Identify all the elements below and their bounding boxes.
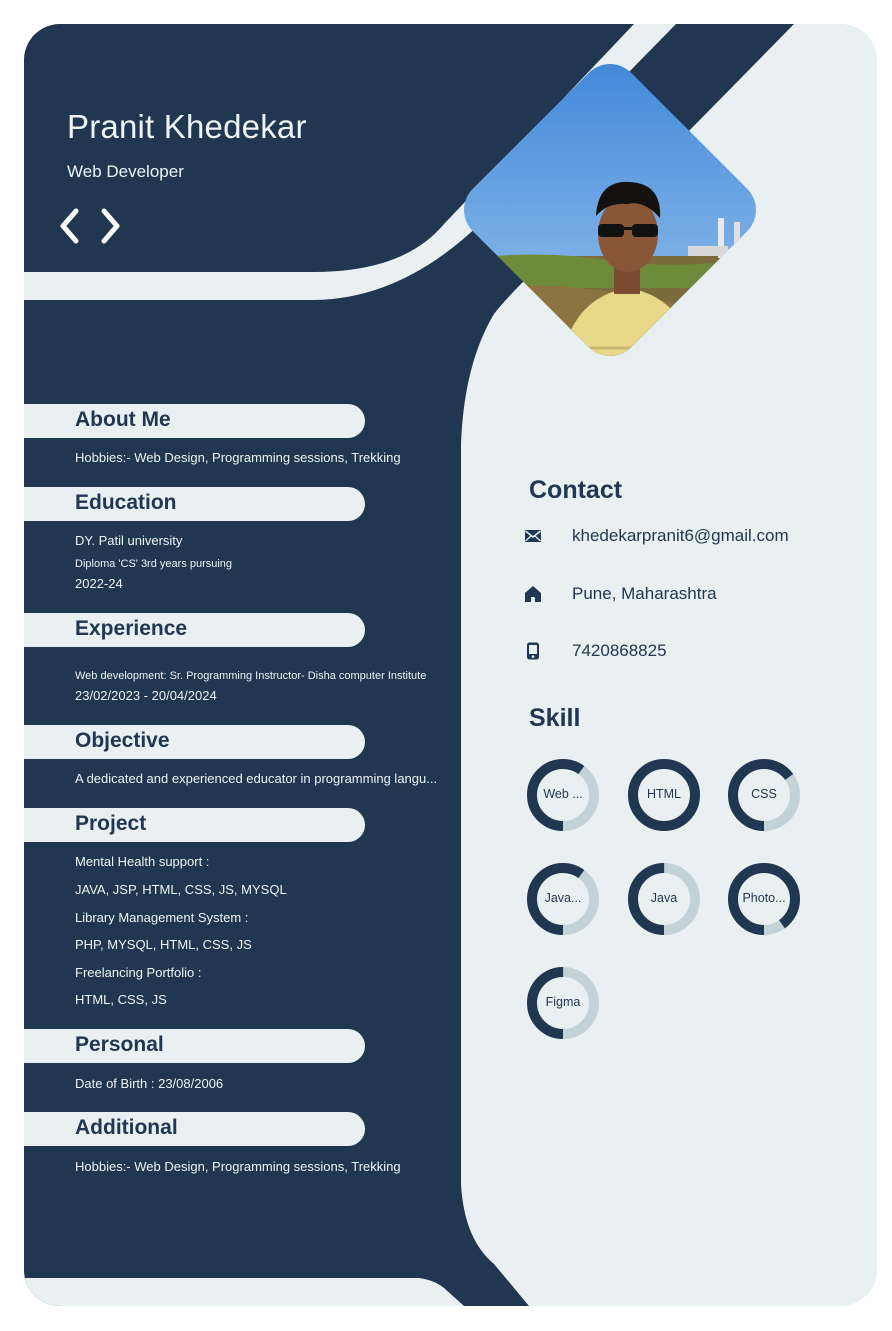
section-project-line: Freelancing Portfolio :	[75, 965, 202, 980]
section-education-header: Education	[24, 487, 365, 521]
section-education-line: 2022-24	[75, 576, 123, 591]
section-additional-heading: Additional	[75, 1116, 178, 1139]
section-experience-line: Web development: Sr. Programming Instruc…	[75, 670, 427, 682]
section-project-line: JAVA, JSP, HTML, CSS, JS, MYSQL	[75, 882, 287, 897]
skill-ring: Java	[626, 861, 702, 937]
section-experience-heading: Experience	[75, 617, 188, 640]
skill-label: Web ...	[543, 787, 583, 801]
skill-heading: Skill	[529, 704, 581, 732]
section-additional-header: Additional	[24, 1112, 365, 1146]
section-project-heading: Project	[75, 812, 147, 835]
section-education-line: Diploma 'CS' 3rd years pursuing	[75, 558, 233, 570]
section-project-header: Project	[24, 808, 365, 842]
section-experience-line: 23/02/2023 - 20/04/2024	[75, 688, 217, 703]
skill-ring: HTML	[626, 757, 702, 833]
section-personal-header: Personal	[24, 1029, 365, 1063]
phone-icon	[527, 642, 539, 660]
section-about-line: Hobbies:- Web Design, Programming sessio…	[75, 450, 401, 465]
section-about-heading: About Me	[75, 408, 171, 431]
resume-card: Pranit Khedekar Web Developer About Me H…	[24, 24, 877, 1306]
job-title: Web Developer	[67, 162, 184, 181]
person-name: Pranit Khedekar	[67, 108, 307, 145]
section-about-header: About Me	[24, 404, 365, 438]
home-icon	[525, 586, 541, 602]
section-education-line: DY. Patil university	[75, 533, 183, 548]
section-project-line: Mental Health support :	[75, 854, 210, 869]
skill-ring: Web ...	[525, 757, 601, 833]
section-additional-line: Hobbies:- Web Design, Programming sessio…	[75, 1159, 401, 1174]
skill-label: Photo...	[742, 891, 786, 905]
skill-ring: CSS	[726, 757, 802, 833]
contact-address: Pune, Maharashtra	[572, 584, 717, 603]
section-project-line: PHP, MYSQL, HTML, CSS, JS	[75, 937, 252, 952]
contact-phone[interactable]: 7420868825	[572, 641, 667, 661]
skill-label: Java	[650, 891, 678, 905]
section-project-line: HTML, CSS, JS	[75, 992, 167, 1007]
skill-ring: Java...	[525, 861, 601, 937]
section-personal-heading: Personal	[75, 1033, 164, 1056]
mail-icon	[525, 530, 541, 542]
section-education-heading: Education	[75, 491, 177, 514]
skill-label: Java...	[544, 891, 582, 905]
section-objective-header: Objective	[24, 725, 365, 759]
skill-ring: Photo...	[726, 861, 802, 937]
skill-label: HTML	[646, 787, 682, 801]
skill-ring: Figma	[525, 965, 601, 1041]
section-objective-line: A dedicated and experienced educator in …	[75, 771, 438, 786]
section-personal-line: Date of Birth : 23/08/2006	[75, 1076, 224, 1091]
section-objective-heading: Objective	[75, 729, 170, 752]
contact-email[interactable]: khedekarpranit6@gmail.com	[572, 526, 789, 546]
skill-label: CSS	[751, 787, 777, 801]
contact-heading: Contact	[529, 476, 623, 504]
skill-label: Figma	[545, 995, 581, 1009]
section-experience-header: Experience	[24, 613, 365, 647]
section-project-line: Library Management System :	[75, 910, 249, 925]
code-icon	[60, 208, 120, 244]
